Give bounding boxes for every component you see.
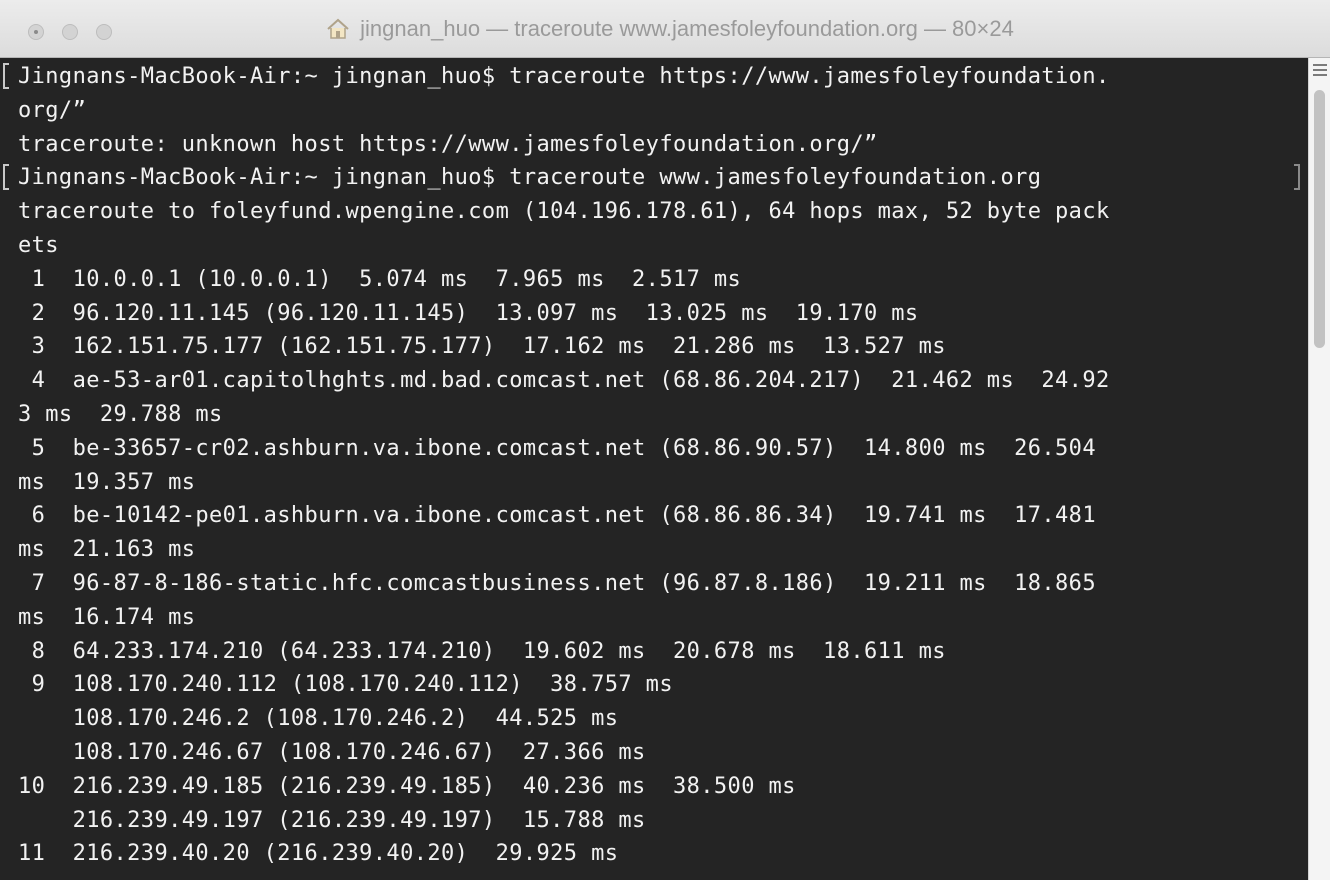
- terminal-line: 108.170.246.67 (108.170.246.67) 27.366 m…: [18, 739, 646, 765]
- terminal-line: 3 ms 29.788 ms: [18, 401, 223, 427]
- prompt-mark-icon: [3, 63, 9, 89]
- terminal-line: traceroute to foleyfund.wpengine.com (10…: [18, 199, 1110, 225]
- terminal-line: 108.170.246.2 (108.170.246.2) 44.525 ms: [18, 706, 619, 732]
- terminal-line: 9 108.170.240.112 (108.170.240.112) 38.7…: [18, 672, 673, 698]
- terminal-output[interactable]: Jingnans-MacBook-Air:~ jingnan_huo$ trac…: [0, 58, 1308, 871]
- terminal-line: 1 10.0.0.1 (10.0.0.1) 5.074 ms 7.965 ms …: [18, 266, 742, 292]
- window-title: jingnan_huo — traceroute www.jamesfoleyf…: [360, 16, 1014, 41]
- scrollbar-thumb[interactable]: [1314, 90, 1325, 348]
- home-icon: [326, 18, 350, 40]
- terminal-line: 8 64.233.174.210 (64.233.174.210) 19.602…: [18, 638, 946, 664]
- terminal-line: Jingnans-MacBook-Air:~ jingnan_huo$ trac…: [3, 60, 1308, 94]
- terminal-line: traceroute: unknown host https://www.jam…: [18, 131, 878, 157]
- prompt-mark-icon: [3, 164, 9, 191]
- terminal-line: 216.239.49.197 (216.239.49.197) 15.788 m…: [18, 807, 646, 833]
- terminal-line: 2 96.120.11.145 (96.120.11.145) 13.097 m…: [18, 300, 919, 326]
- terminal-line: ets: [18, 232, 59, 258]
- title-bar[interactable]: jingnan_huo — traceroute www.jamesfoleyf…: [0, 0, 1330, 58]
- terminal-line: 10 216.239.49.185 (216.239.49.185) 40.23…: [18, 773, 796, 799]
- line-end-mark-icon: [1294, 164, 1300, 191]
- terminal-line: 7 96-87-8-186-static.hfc.comcastbusiness…: [18, 570, 1110, 596]
- terminal-line: org/”: [18, 97, 87, 123]
- hamburger-icon[interactable]: [1313, 64, 1327, 78]
- scrollbar[interactable]: [1308, 58, 1330, 880]
- terminal-line: 11 216.239.40.20 (216.239.40.20) 29.925 …: [18, 841, 619, 867]
- terminal-line: ms 21.163 ms: [18, 537, 196, 563]
- terminal-line: 5 be-33657-cr02.ashburn.va.ibone.comcast…: [18, 435, 1110, 461]
- window-title-wrap: jingnan_huo — traceroute www.jamesfoleyf…: [0, 0, 1330, 58]
- terminal-line: ms 16.174 ms: [18, 604, 196, 630]
- terminal-content[interactable]: Jingnans-MacBook-Air:~ jingnan_huo$ trac…: [0, 58, 1308, 880]
- terminal-line: ms 19.357 ms: [18, 469, 196, 495]
- terminal-line: 6 be-10142-pe01.ashburn.va.ibone.comcast…: [18, 503, 1110, 529]
- terminal-line: Jingnans-MacBook-Air:~ jingnan_huo$ trac…: [3, 161, 1308, 195]
- terminal-window: jingnan_huo — traceroute www.jamesfoleyf…: [0, 0, 1330, 880]
- terminal-line: 3 162.151.75.177 (162.151.75.177) 17.162…: [18, 334, 946, 360]
- terminal-line: 4 ae-53-ar01.capitolhghts.md.bad.comcast…: [18, 368, 1110, 394]
